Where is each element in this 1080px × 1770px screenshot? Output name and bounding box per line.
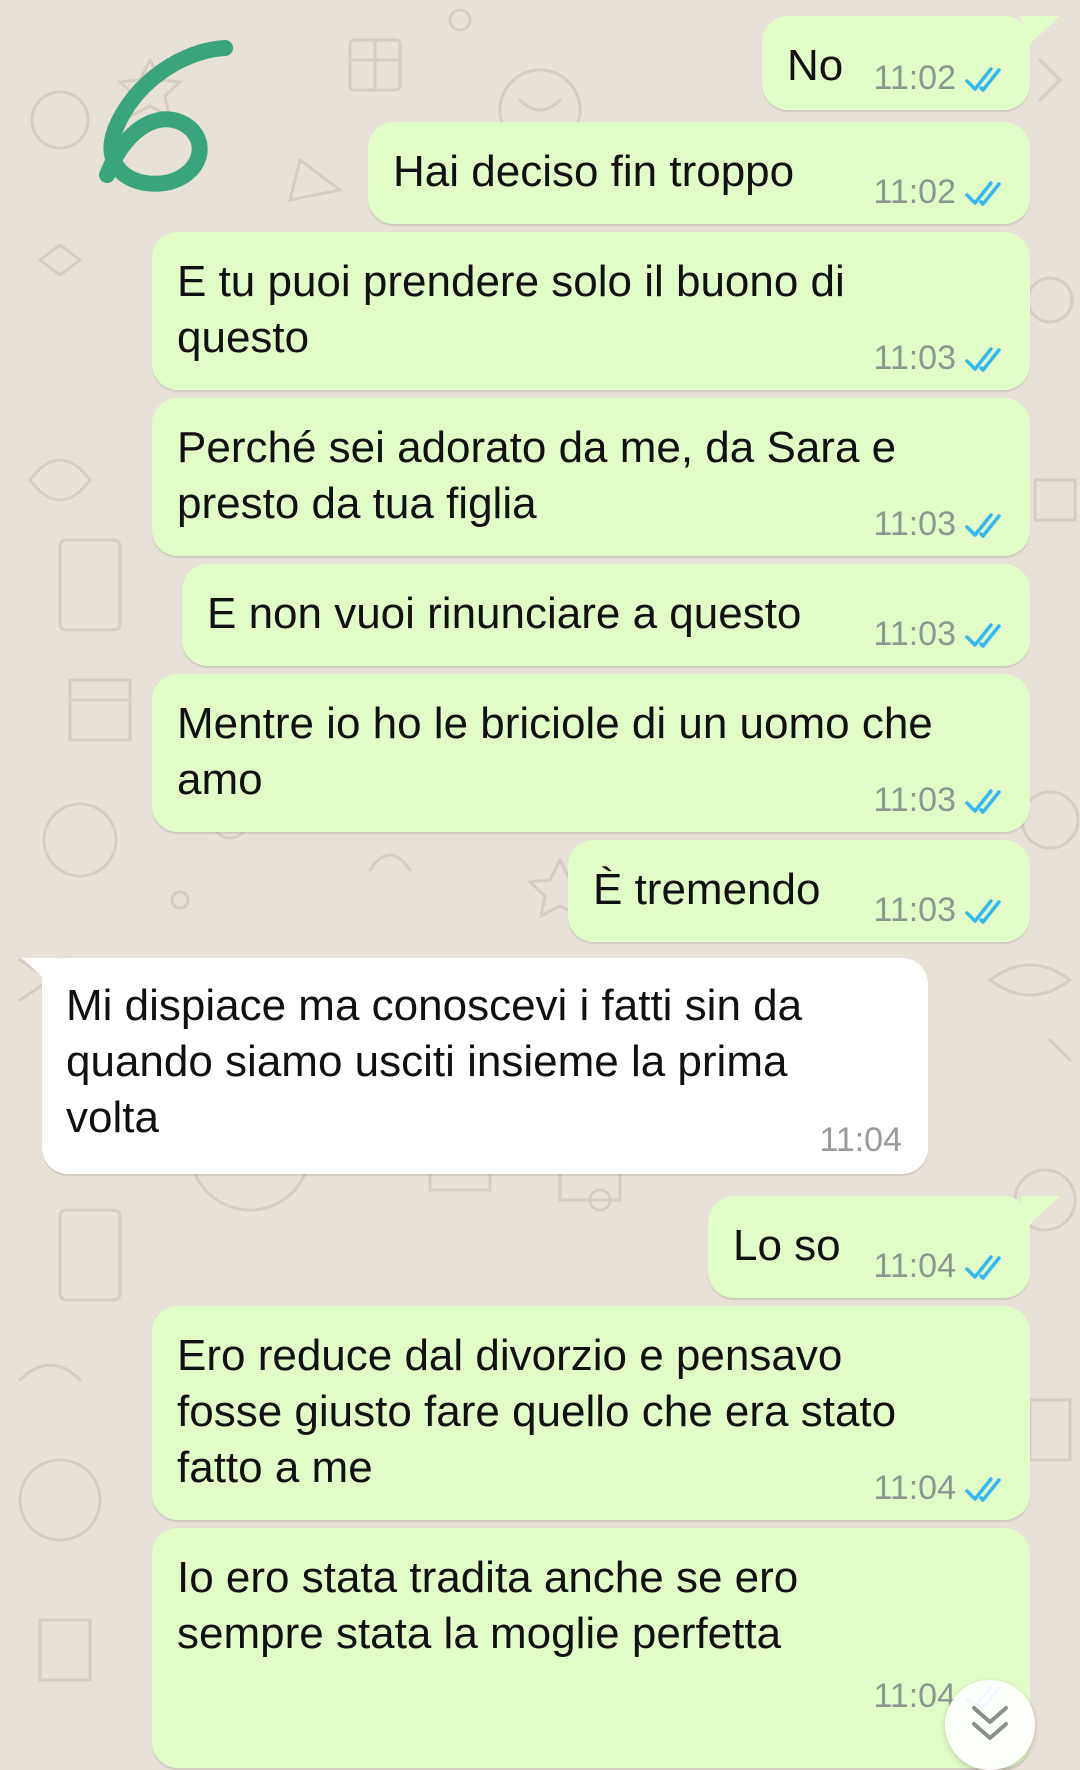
message-text: No <box>787 41 844 90</box>
message-text: Ero reduce dal divorzio e pensavo fosse … <box>177 1331 897 1492</box>
message-meta: 11:03 <box>873 339 1010 378</box>
handwritten-annotation <box>99 40 233 192</box>
outgoing-message[interactable]: No 11:02 <box>762 16 1030 110</box>
bubble-tail <box>1020 1196 1060 1224</box>
double-chevron-down-icon <box>972 1706 1008 1740</box>
message-meta: 11:03 <box>873 781 1010 820</box>
message-time: 11:03 <box>873 891 956 929</box>
double-check-icon <box>965 1476 1001 1502</box>
message-time: 11:03 <box>873 339 956 377</box>
message-text: Lo so <box>733 1221 841 1270</box>
message-text: E tu puoi prendere solo il buono di ques… <box>177 257 845 362</box>
message-text: Io ero stata tradita anche se ero sempre… <box>177 1553 799 1658</box>
message-text: E non vuoi rinunciare a questo <box>207 589 802 638</box>
outgoing-message[interactable]: E tu puoi prendere solo il buono di ques… <box>152 232 1030 390</box>
message-meta: 11:02 <box>873 173 1010 212</box>
double-check-icon <box>965 622 1001 648</box>
outgoing-message[interactable]: Hai deciso fin troppo 11:02 <box>368 122 1030 224</box>
outgoing-message[interactable]: È tremendo 11:03 <box>568 840 1030 942</box>
message-text: Hai deciso fin troppo <box>393 147 795 196</box>
scroll-to-bottom-button[interactable] <box>945 1680 1035 1770</box>
message-time: 11:03 <box>873 781 956 819</box>
message-time: 11:02 <box>873 173 956 211</box>
double-check-icon <box>965 1254 1001 1280</box>
message-time: 11:04 <box>819 1121 902 1159</box>
outgoing-message[interactable]: E non vuoi rinunciare a questo 11:03 <box>182 564 1030 666</box>
message-meta: 11:04 <box>873 1247 1010 1286</box>
outgoing-message[interactable]: Lo so 11:04 <box>708 1196 1030 1298</box>
message-time: 11:03 <box>873 505 956 543</box>
message-meta: 11:03 <box>873 505 1010 544</box>
outgoing-message[interactable]: Mentre io ho le briciole di un uomo che … <box>152 674 1030 832</box>
message-time: 11:04 <box>873 1247 956 1285</box>
message-meta: 11:03 <box>873 615 1010 654</box>
chat-view[interactable]: No 11:02 Hai deciso fin troppo 11:02 E t… <box>0 0 1080 1770</box>
message-text: Perché sei adorato da me, da Sara e pres… <box>177 423 897 528</box>
outgoing-message[interactable]: Ero reduce dal divorzio e pensavo fosse … <box>152 1306 1030 1520</box>
double-check-icon <box>965 898 1001 924</box>
message-time: 11:02 <box>873 59 956 97</box>
double-check-icon <box>965 180 1001 206</box>
double-check-icon <box>965 346 1001 372</box>
bubble-tail <box>1020 16 1060 44</box>
message-meta: 11:03 <box>873 891 1010 930</box>
message-time: 11:04 <box>873 1677 956 1715</box>
double-check-icon <box>965 512 1001 538</box>
message-text: È tremendo <box>593 865 821 914</box>
message-meta: 11:02 <box>873 59 1010 98</box>
message-time: 11:03 <box>873 615 956 653</box>
message-time: 11:04 <box>873 1469 956 1507</box>
double-check-icon <box>965 66 1001 92</box>
double-check-icon <box>965 788 1001 814</box>
message-text: Mi dispiace ma conoscevi i fatti sin da … <box>66 981 803 1142</box>
incoming-message[interactable]: Mi dispiace ma conoscevi i fatti sin da … <box>42 958 928 1174</box>
message-meta: 11:04 <box>873 1469 1010 1508</box>
message-meta: 11:04 <box>819 1121 902 1160</box>
message-text: Mentre io ho le briciole di un uomo che … <box>177 699 933 804</box>
outgoing-message[interactable]: Perché sei adorato da me, da Sara e pres… <box>152 398 1030 556</box>
outgoing-message[interactable]: Io ero stata tradita anche se ero sempre… <box>152 1528 1030 1768</box>
